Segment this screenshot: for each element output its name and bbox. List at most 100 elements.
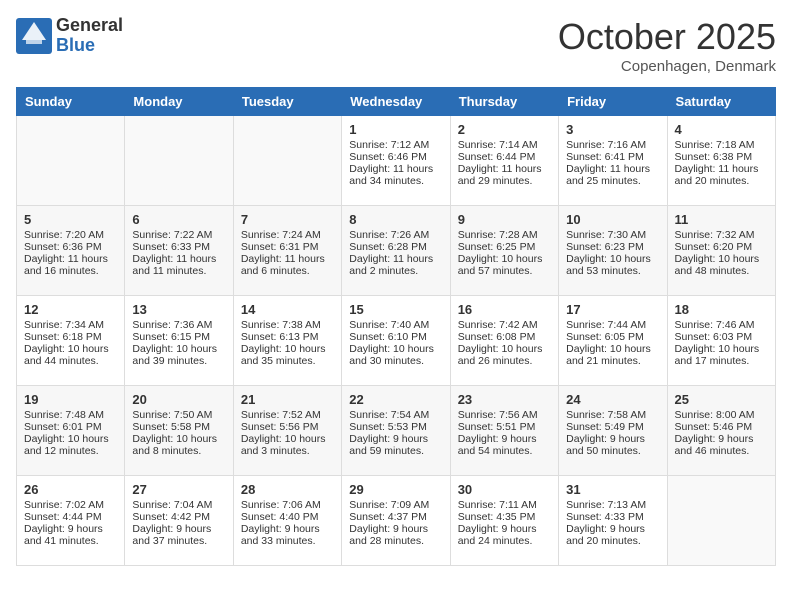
cell-line: Sunrise: 7:56 AM: [458, 409, 551, 421]
cell-line: Sunset: 6:33 PM: [132, 241, 225, 253]
cell-line: and 11 minutes.: [132, 265, 225, 277]
cell-line: Sunrise: 7:52 AM: [241, 409, 334, 421]
calendar-cell: 5Sunrise: 7:20 AMSunset: 6:36 PMDaylight…: [17, 206, 125, 296]
cell-line: and 33 minutes.: [241, 535, 334, 547]
calendar-cell: 7Sunrise: 7:24 AMSunset: 6:31 PMDaylight…: [233, 206, 341, 296]
cell-line: and 8 minutes.: [132, 445, 225, 457]
calendar-cell: [233, 116, 341, 206]
date-number: 26: [24, 482, 117, 497]
cell-line: Daylight: 9 hours: [458, 433, 551, 445]
date-number: 30: [458, 482, 551, 497]
cell-line: Sunset: 6:28 PM: [349, 241, 442, 253]
calendar-cell: 20Sunrise: 7:50 AMSunset: 5:58 PMDayligh…: [125, 386, 233, 476]
cell-line: and 20 minutes.: [566, 535, 659, 547]
calendar-cell: 13Sunrise: 7:36 AMSunset: 6:15 PMDayligh…: [125, 296, 233, 386]
date-number: 29: [349, 482, 442, 497]
cell-line: Sunrise: 7:48 AM: [24, 409, 117, 421]
cell-line: Daylight: 9 hours: [566, 433, 659, 445]
calendar-cell: 3Sunrise: 7:16 AMSunset: 6:41 PMDaylight…: [559, 116, 667, 206]
cell-line: Sunset: 4:35 PM: [458, 511, 551, 523]
cell-line: Sunrise: 7:02 AM: [24, 499, 117, 511]
calendar-cell: 24Sunrise: 7:58 AMSunset: 5:49 PMDayligh…: [559, 386, 667, 476]
cell-line: Sunrise: 7:38 AM: [241, 319, 334, 331]
date-number: 20: [132, 392, 225, 407]
calendar-cell: 31Sunrise: 7:13 AMSunset: 4:33 PMDayligh…: [559, 476, 667, 566]
cell-line: Sunset: 6:25 PM: [458, 241, 551, 253]
cell-line: Sunset: 4:44 PM: [24, 511, 117, 523]
cell-line: and 34 minutes.: [349, 175, 442, 187]
date-number: 1: [349, 122, 442, 137]
date-number: 6: [132, 212, 225, 227]
cell-line: Sunrise: 7:26 AM: [349, 229, 442, 241]
cell-line: and 16 minutes.: [24, 265, 117, 277]
cell-line: and 12 minutes.: [24, 445, 117, 457]
cell-line: Daylight: 11 hours: [241, 253, 334, 265]
cell-line: and 57 minutes.: [458, 265, 551, 277]
calendar-cell: 22Sunrise: 7:54 AMSunset: 5:53 PMDayligh…: [342, 386, 450, 476]
calendar-body: 1 Sunrise: 7:12 AMSunset: 6:46 PM Daylight…: [17, 116, 776, 566]
header-day-wednesday: Wednesday: [342, 88, 450, 116]
header-day-monday: Monday: [125, 88, 233, 116]
date-number: 14: [241, 302, 334, 317]
cell-line: and 37 minutes.: [132, 535, 225, 547]
cell-line: Daylight: 11 hours: [24, 253, 117, 265]
header-day-sunday: Sunday: [17, 88, 125, 116]
date-number: 2: [458, 122, 551, 137]
cell-line: Sunrise: 7:20 AM: [24, 229, 117, 241]
cell-line: and 48 minutes.: [675, 265, 768, 277]
cell-line: Sunrise: 7:30 AM: [566, 229, 659, 241]
date-number: 12: [24, 302, 117, 317]
cell-line: Sunset: 5:51 PM: [458, 421, 551, 433]
cell-line: Daylight: 10 hours: [458, 253, 551, 265]
cell-line: Daylight: 11 hours: [349, 253, 442, 265]
header-day-saturday: Saturday: [667, 88, 775, 116]
cell-line: Sunrise: 7:32 AM: [675, 229, 768, 241]
cell-line: Sunrise: 7:28 AM: [458, 229, 551, 241]
page-header: General Blue October 2025 Copenhagen, De…: [16, 16, 776, 75]
cell-line: and 29 minutes.: [458, 175, 551, 187]
calendar-cell: 12Sunrise: 7:34 AMSunset: 6:18 PMDayligh…: [17, 296, 125, 386]
title-block: October 2025 Copenhagen, Denmark: [558, 16, 776, 75]
cell-line: Sunrise: 7:16 AM: [566, 139, 659, 151]
cell-line: Sunrise: 7:24 AM: [241, 229, 334, 241]
calendar-cell: 9Sunrise: 7:28 AMSunset: 6:25 PMDaylight…: [450, 206, 558, 296]
cell-line: and 39 minutes.: [132, 355, 225, 367]
cell-line: Sunset: 6:46 PM: [349, 151, 442, 163]
cell-line: Sunrise: 7:11 AM: [458, 499, 551, 511]
date-number: 18: [675, 302, 768, 317]
cell-line: Daylight: 10 hours: [458, 343, 551, 355]
calendar-cell: [17, 116, 125, 206]
calendar-cell: 21Sunrise: 7:52 AMSunset: 5:56 PMDayligh…: [233, 386, 341, 476]
calendar-cell: 10Sunrise: 7:30 AMSunset: 6:23 PMDayligh…: [559, 206, 667, 296]
cell-line: Sunset: 6:41 PM: [566, 151, 659, 163]
date-number: 25: [675, 392, 768, 407]
cell-line: and 35 minutes.: [241, 355, 334, 367]
cell-line: Sunrise: 7:12 AM: [349, 139, 442, 151]
cell-line: Sunset: 6:20 PM: [675, 241, 768, 253]
cell-line: and 44 minutes.: [24, 355, 117, 367]
cell-line: Sunset: 6:03 PM: [675, 331, 768, 343]
cell-line: and 28 minutes.: [349, 535, 442, 547]
calendar-cell: [667, 476, 775, 566]
calendar-cell: 30Sunrise: 7:11 AMSunset: 4:35 PMDayligh…: [450, 476, 558, 566]
cell-line: Sunset: 5:56 PM: [241, 421, 334, 433]
cell-line: and 21 minutes.: [566, 355, 659, 367]
cell-line: and 30 minutes.: [349, 355, 442, 367]
cell-line: Sunset: 6:10 PM: [349, 331, 442, 343]
cell-line: Sunrise: 7:44 AM: [566, 319, 659, 331]
cell-line: Daylight: 10 hours: [566, 343, 659, 355]
cell-line: Daylight: 10 hours: [132, 433, 225, 445]
month-title: October 2025: [558, 16, 776, 58]
date-number: 19: [24, 392, 117, 407]
cell-line: and 59 minutes.: [349, 445, 442, 457]
calendar-cell: [125, 116, 233, 206]
calendar-cell: 29Sunrise: 7:09 AMSunset: 4:37 PMDayligh…: [342, 476, 450, 566]
cell-line: Sunrise: 7:14 AM: [458, 139, 551, 151]
date-number: 7: [241, 212, 334, 227]
date-number: 17: [566, 302, 659, 317]
logo-text: General Blue: [56, 16, 123, 56]
cell-line: Sunrise: 7:06 AM: [241, 499, 334, 511]
calendar-cell: 25Sunrise: 8:00 AMSunset: 5:46 PMDayligh…: [667, 386, 775, 476]
cell-line: Sunrise: 7:42 AM: [458, 319, 551, 331]
cell-line: Daylight: 10 hours: [675, 253, 768, 265]
